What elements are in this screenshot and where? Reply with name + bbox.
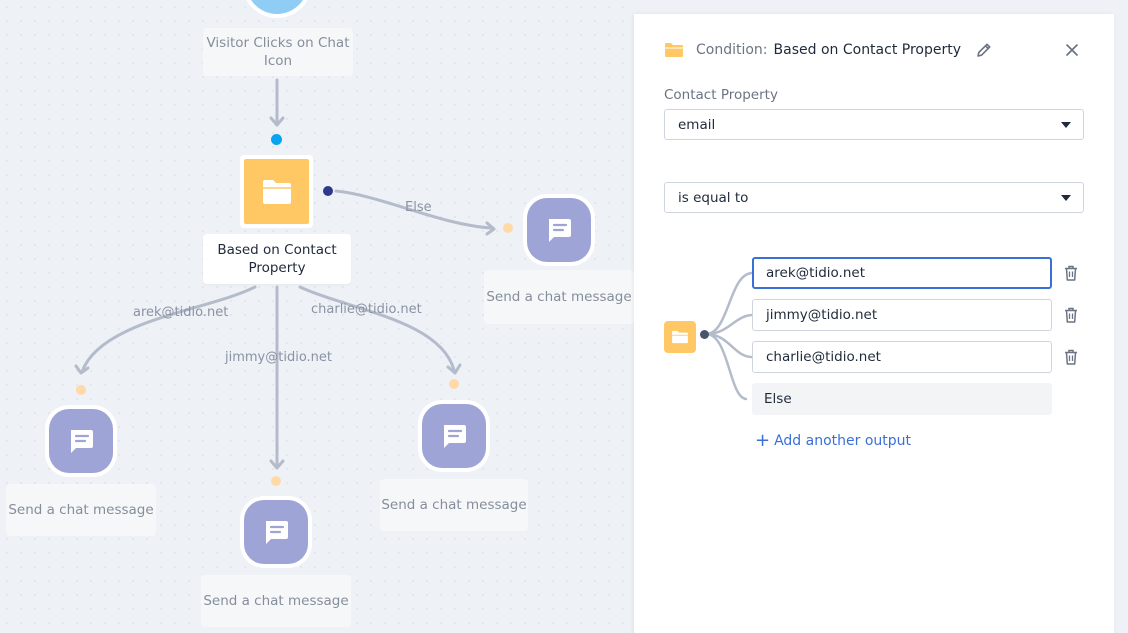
action-node-icon[interactable] (527, 198, 591, 262)
chat-icon (266, 521, 288, 544)
trigger-node-label[interactable]: Visitor Clicks on Chat Icon (203, 28, 353, 76)
add-output-button[interactable]: + Add another output (755, 430, 912, 451)
folder-icon (672, 330, 688, 344)
delete-output-button[interactable] (1062, 306, 1080, 324)
action-input-port[interactable] (271, 476, 281, 486)
plus-icon: + (755, 430, 771, 451)
close-icon (1066, 44, 1078, 56)
operator-value: is equal to (678, 189, 749, 206)
edit-title-button[interactable] (974, 40, 994, 60)
panel-title-prefix: Condition: (696, 42, 768, 58)
contact-property-select[interactable]: email (664, 109, 1084, 140)
panel-header: Condition: Based on Contact Property (664, 40, 961, 60)
condition-else-port[interactable] (323, 186, 333, 196)
output-value-field[interactable]: charlie@tidio.net (752, 341, 1052, 373)
edge-label-jimmy: jimmy@tidio.net (225, 350, 333, 365)
action-node-icon[interactable] (422, 404, 486, 468)
chat-icon (549, 219, 571, 242)
add-output-label: Add another output (774, 433, 912, 449)
action-node-label[interactable]: Send a chat message (201, 575, 351, 627)
output-value: arek@tidio.net (766, 265, 865, 281)
folder-icon (262, 179, 291, 204)
edge-label-arek: arek@tidio.net (133, 305, 229, 320)
action-input-port[interactable] (76, 385, 86, 395)
action-input-port[interactable] (449, 379, 459, 389)
caret-down-icon (1061, 122, 1071, 128)
pencil-icon (977, 43, 991, 57)
caret-down-icon (1061, 195, 1071, 201)
action-node-label[interactable]: Send a chat message (6, 484, 156, 536)
condition-node-label[interactable]: Based on Contact Property (203, 234, 351, 284)
panel-title: Based on Contact Property (773, 42, 962, 58)
output-value-field[interactable]: arek@tidio.net (752, 257, 1052, 289)
close-panel-button[interactable] (1062, 40, 1082, 60)
folder-icon (665, 43, 683, 57)
delete-output-button[interactable] (1062, 264, 1080, 282)
trash-icon (1065, 349, 1077, 365)
contact-property-label: Contact Property (664, 87, 778, 103)
flow-canvas[interactable]: Visitor Clicks on Chat Icon Based on Con… (0, 0, 634, 633)
action-node-icon[interactable] (244, 500, 308, 564)
action-node-label[interactable]: Send a chat message (380, 479, 528, 531)
chat-icon (444, 425, 466, 448)
condition-output-source (664, 321, 696, 353)
else-output-label: Else (764, 391, 792, 407)
action-input-port[interactable] (503, 223, 513, 233)
edge-label-charlie: charlie@tidio.net (311, 302, 422, 317)
operator-select[interactable]: is equal to (664, 182, 1084, 213)
output-value: charlie@tidio.net (766, 349, 881, 365)
condition-node[interactable] (240, 155, 313, 228)
trash-icon (1065, 265, 1077, 281)
chat-icon (71, 430, 93, 453)
output-value: jimmy@tidio.net (766, 307, 878, 323)
trigger-output-port[interactable] (271, 134, 282, 145)
condition-panel: Condition: Based on Contact Property Con… (634, 14, 1114, 633)
contact-property-value: email (678, 116, 716, 133)
output-hub-dot (700, 330, 709, 339)
action-node-label[interactable]: Send a chat message (484, 270, 634, 324)
action-node-icon[interactable] (49, 409, 113, 473)
else-output: Else (752, 383, 1052, 415)
edge-label-else: Else (405, 200, 432, 215)
delete-output-button[interactable] (1062, 348, 1080, 366)
trash-icon (1065, 307, 1077, 323)
output-value-field[interactable]: jimmy@tidio.net (752, 299, 1052, 331)
